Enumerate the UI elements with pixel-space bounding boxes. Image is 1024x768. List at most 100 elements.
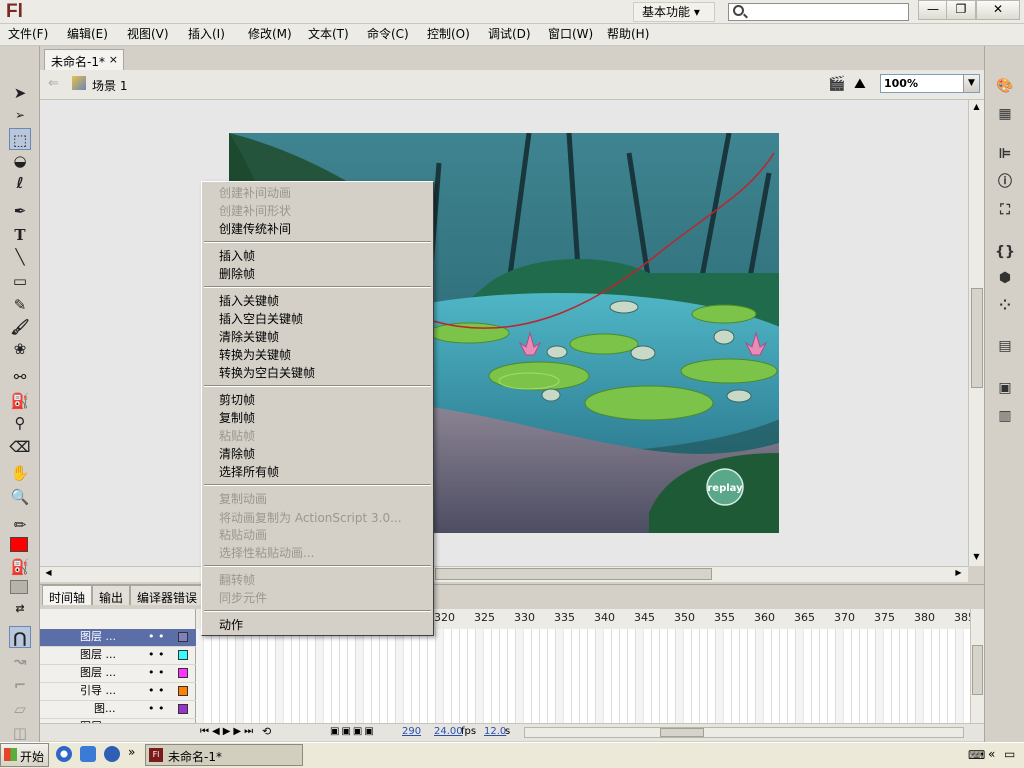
- timeline-vertical-scrollbar[interactable]: [970, 609, 984, 723]
- timeline-scroll-thumb[interactable]: [972, 645, 983, 695]
- hand-icon[interactable]: ✋: [9, 462, 31, 484]
- close-button[interactable]: ✕: [976, 0, 1020, 20]
- lasso-icon[interactable]: ℓ: [9, 172, 31, 194]
- tab-output[interactable]: 输出: [92, 585, 131, 605]
- rectangle-icon[interactable]: ▭: [9, 270, 31, 292]
- frame-rate[interactable]: 24.00: [434, 726, 463, 737]
- menu-select-all-frames[interactable]: 选择所有帧: [219, 466, 279, 479]
- selection-arrow-icon[interactable]: ➤: [9, 82, 31, 104]
- menu-edit[interactable]: 编辑(E): [67, 28, 108, 41]
- menu-clear-frames[interactable]: 清除帧: [219, 448, 255, 461]
- zoom-select[interactable]: 100% ▼: [880, 74, 980, 93]
- menu-debug[interactable]: 调试(D): [488, 28, 531, 41]
- bone-icon[interactable]: ⚯: [9, 366, 31, 388]
- stroke-color-icon[interactable]: ✏: [9, 514, 31, 536]
- current-frame[interactable]: 290: [402, 726, 421, 737]
- menu-insert-keyframe[interactable]: 插入关键帧: [219, 295, 279, 308]
- swap-colors-icon[interactable]: ⇄: [9, 598, 31, 620]
- menu-text[interactable]: 文本(T): [308, 28, 349, 41]
- smooth-icon[interactable]: ↝: [9, 650, 31, 672]
- subselection-icon[interactable]: ➢: [9, 104, 31, 126]
- menu-view[interactable]: 视图(V): [127, 28, 169, 41]
- stage-vertical-scrollbar[interactable]: ▲ ▼: [968, 100, 984, 566]
- menu-insert-blank-keyframe[interactable]: 插入空白关键帧: [219, 313, 303, 326]
- browser-icon[interactable]: [56, 746, 72, 762]
- line-tool-icon[interactable]: ╲: [9, 246, 31, 268]
- menu-modify[interactable]: 修改(M): [248, 28, 292, 41]
- 3d-rotation-icon[interactable]: ◒: [9, 150, 31, 172]
- playback-controls-icon[interactable]: ⏮◀▶▶⏭: [200, 726, 256, 737]
- option-icon[interactable]: ▱: [9, 698, 31, 720]
- paint-bucket-icon[interactable]: ⛽: [9, 390, 31, 412]
- pencil-icon[interactable]: ✎: [9, 294, 31, 316]
- menu-file[interactable]: 文件(F): [8, 28, 48, 41]
- menu-copy-frames[interactable]: 复制帧: [219, 412, 255, 425]
- paint-bucket-small-icon[interactable]: ⛽: [9, 556, 31, 578]
- info-icon[interactable]: ⓘ: [995, 172, 1015, 192]
- layer-row[interactable]: 图层 ... • •: [40, 629, 196, 647]
- menu-paste-frames[interactable]: 粘贴帧: [219, 430, 255, 443]
- chevron-down-icon[interactable]: ▼: [963, 75, 979, 92]
- library-icon[interactable]: ▣: [995, 378, 1015, 398]
- transform-icon[interactable]: ⛶: [995, 200, 1015, 220]
- tray-expand-icon[interactable]: «: [988, 747, 995, 761]
- tab-compiler-errors[interactable]: 编译器错误: [130, 585, 205, 605]
- loop-icon[interactable]: ⟲: [262, 725, 271, 738]
- components-icon[interactable]: ⬢: [995, 268, 1015, 288]
- edit-symbols-icon[interactable]: ⛰: [854, 76, 866, 92]
- align-icon[interactable]: ⊫: [995, 144, 1015, 164]
- snap-magnet-icon[interactable]: ⋂: [9, 626, 31, 648]
- stage-horizontal-scrollbar[interactable]: ◀ ▶: [40, 566, 968, 582]
- scroll-right-icon[interactable]: ▶: [952, 568, 965, 581]
- swatches-icon[interactable]: ▦: [995, 104, 1015, 124]
- menu-actions[interactable]: 动作: [219, 619, 243, 632]
- h-scroll-thumb[interactable]: [435, 568, 712, 580]
- start-button[interactable]: 开始: [0, 743, 49, 767]
- menu-copy-motion-as-as3[interactable]: 将动画复制为 ActionScript 3.0...: [219, 512, 402, 525]
- color-palette-icon[interactable]: 🎨: [995, 76, 1015, 96]
- restore-button[interactable]: ❐: [946, 0, 976, 20]
- layer-row[interactable]: 图层 ... • •: [40, 647, 196, 665]
- taskbar-item-flash[interactable]: Fl 未命名-1*: [145, 744, 303, 766]
- menu-commands[interactable]: 命令(C): [367, 28, 409, 41]
- motion-presets-icon[interactable]: ⁘: [995, 296, 1015, 316]
- menu-window[interactable]: 窗口(W): [548, 28, 593, 41]
- menu-convert-to-keyframes[interactable]: 转换为关键帧: [219, 349, 291, 362]
- zoom-icon[interactable]: 🔍: [9, 486, 31, 508]
- scene-name[interactable]: 场景 1: [92, 77, 127, 94]
- text-tool-icon[interactable]: T: [9, 224, 31, 246]
- minimize-button[interactable]: —: [918, 0, 948, 20]
- fill-color-swatch[interactable]: [10, 537, 28, 552]
- settings-icon[interactable]: [104, 746, 120, 762]
- menu-help[interactable]: 帮助(H): [607, 28, 649, 41]
- timeline-horizontal-scrollbar[interactable]: [524, 727, 964, 738]
- tray-keyboard-icon[interactable]: ⌨: [968, 748, 985, 762]
- onion-skin-icon[interactable]: ▣▣▣▣: [330, 726, 376, 737]
- document-tab[interactable]: 未命名-1* ×: [44, 49, 124, 70]
- elapsed-time[interactable]: 12.0: [484, 726, 506, 737]
- swatch-default[interactable]: [10, 580, 28, 594]
- movie-explorer-icon[interactable]: ▥: [995, 406, 1015, 426]
- eraser-icon[interactable]: ⌫: [9, 436, 31, 458]
- menu-cut-frames[interactable]: 剪切帧: [219, 394, 255, 407]
- menu-clear-keyframe[interactable]: 清除关键帧: [219, 331, 279, 344]
- menu-convert-to-blank-keyframes[interactable]: 转换为空白关键帧: [219, 367, 315, 380]
- menu-insert[interactable]: 插入(I): [188, 28, 225, 41]
- menu-create-motion-tween[interactable]: 创建补间动画: [219, 187, 291, 200]
- pen-icon[interactable]: ✒: [9, 200, 31, 222]
- workspace-switcher[interactable]: 基本功能 ▾: [633, 2, 715, 22]
- help-search-input[interactable]: [728, 3, 909, 21]
- layer-row-guide[interactable]: 引导 ... • •: [40, 683, 196, 701]
- menu-reverse-frames[interactable]: 翻转帧: [219, 574, 255, 587]
- deco-icon[interactable]: ❀: [9, 338, 31, 360]
- code-snippets-icon[interactable]: {}: [995, 242, 1015, 262]
- scroll-left-icon[interactable]: ◀: [42, 568, 55, 581]
- menu-create-classic-tween[interactable]: 创建传统补间: [219, 223, 291, 236]
- tab-timeline[interactable]: 时间轴: [42, 585, 93, 605]
- menu-synchronize-symbols[interactable]: 同步元件: [219, 592, 267, 605]
- back-arrow-icon[interactable]: ⇐: [48, 76, 59, 91]
- option2-icon[interactable]: ◫: [9, 722, 31, 744]
- scroll-thumb[interactable]: [971, 288, 983, 388]
- menu-paste-motion[interactable]: 粘贴动画: [219, 529, 267, 542]
- timeline-h-scroll-thumb[interactable]: [660, 728, 704, 737]
